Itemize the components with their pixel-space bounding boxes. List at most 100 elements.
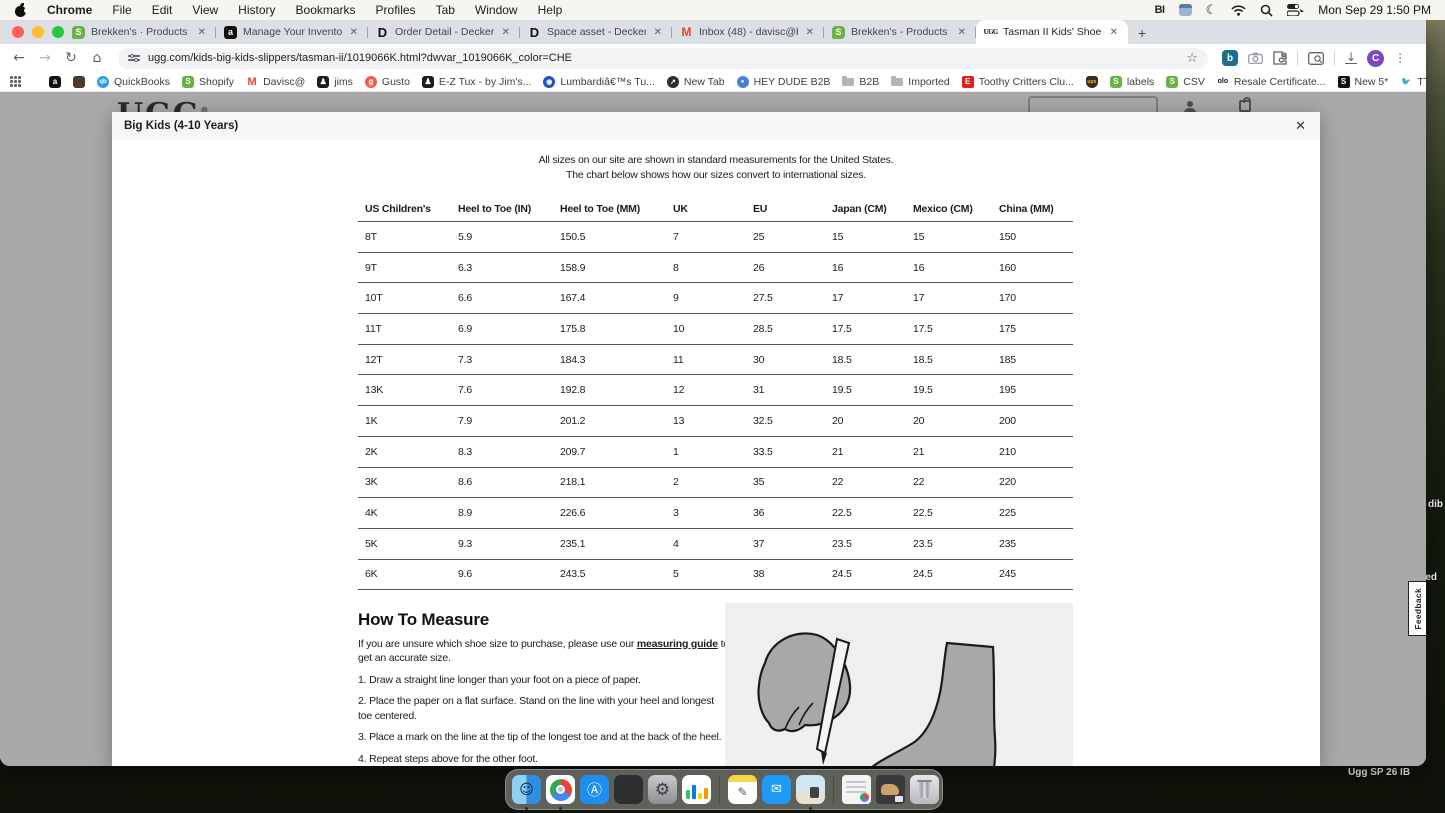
bi-badge-icon[interactable]: BI xyxy=(1155,4,1165,16)
tab-close-icon[interactable]: ✕ xyxy=(804,27,816,38)
extensions-puzzle-icon[interactable] xyxy=(1273,51,1287,65)
bookmark-item-imported[interactable]: Imported xyxy=(885,76,955,88)
tab-close-icon[interactable]: ✕ xyxy=(500,27,512,38)
reload-button[interactable]: ↻ xyxy=(60,47,82,69)
size-conversion-table: US Children'sHeel to Toe (IN)Heel to Toe… xyxy=(358,196,1073,590)
back-button[interactable]: ← xyxy=(8,47,30,69)
camera-extension-icon[interactable] xyxy=(1248,52,1263,64)
deckers-favicon-icon xyxy=(528,26,541,39)
menubar-item-file[interactable]: File xyxy=(102,0,141,20)
close-window-button[interactable] xyxy=(12,26,24,38)
moon-icon[interactable]: ☾ xyxy=(1206,3,1218,18)
bag-icon[interactable] xyxy=(1239,100,1251,112)
menubar-item-tab[interactable]: Tab xyxy=(426,0,465,20)
minimize-window-button[interactable] xyxy=(32,26,44,38)
new-tab-button[interactable]: + xyxy=(1138,25,1146,44)
calendar-icon[interactable] xyxy=(1179,4,1192,16)
bookmark-item-quickbooks[interactable]: QuickBooks xyxy=(91,76,176,88)
bookmark-item-davisc[interactable]: Davisc@ xyxy=(240,76,311,88)
browser-tab[interactable]: Tasman II Kids' Shoe | UGG✕ xyxy=(976,20,1128,44)
bookmark-item-new-5[interactable]: New 5* xyxy=(1332,76,1395,88)
browser-tab[interactable]: Brekken's - Products - UGG® ✕ xyxy=(824,20,976,44)
devtools-inspect-icon[interactable] xyxy=(1308,52,1324,65)
dock-item-calculator[interactable] xyxy=(614,775,643,804)
menubar-item-window[interactable]: Window xyxy=(465,0,528,20)
bookmark-item-csv[interactable]: CSV xyxy=(1160,76,1211,88)
dock-item-finder[interactable] xyxy=(512,775,541,804)
menubar-app-name[interactable]: Chrome xyxy=(37,0,102,20)
modal-close-icon[interactable]: ✕ xyxy=(1293,118,1308,134)
dock-item-preview[interactable] xyxy=(796,775,825,804)
url-text[interactable]: ugg.com/kids-big-kids-slippers/tasman-ii… xyxy=(148,52,1178,64)
apps-grid-icon[interactable] xyxy=(10,76,21,88)
search-icon[interactable] xyxy=(1260,4,1273,17)
bookmark-item-hey-dude-b2b[interactable]: HEY DUDE B2B xyxy=(731,76,837,88)
bookmark-item-e-z-tux-by-jim-s[interactable]: E-Z Tux - by Jim's... xyxy=(416,76,537,88)
size-cell: 30 xyxy=(746,354,825,366)
dock-item-numbers[interactable] xyxy=(682,775,711,804)
wifi-icon[interactable] xyxy=(1231,5,1246,16)
dock-item-mail[interactable] xyxy=(762,775,791,804)
bookmark-item-jims[interactable]: jims xyxy=(311,76,359,88)
bookmark-item[interactable] xyxy=(1080,76,1104,88)
dock-item-minimized-window-shoe[interactable] xyxy=(876,775,905,804)
desktop-icon-label[interactable]: Ugg SP 26 IB xyxy=(1348,767,1410,778)
browser-tab[interactable]: Manage Your Inventory✕ xyxy=(216,20,368,44)
bookmark-item-labels[interactable]: labels xyxy=(1104,76,1160,88)
downloads-icon[interactable]: ↓ xyxy=(1345,52,1357,64)
tab-close-icon[interactable]: ✕ xyxy=(196,27,208,38)
address-bar[interactable]: ugg.com/kids-big-kids-slippers/tasman-ii… xyxy=(118,48,1208,69)
tab-close-icon[interactable]: ✕ xyxy=(652,27,664,38)
tab-close-icon[interactable]: ✕ xyxy=(956,27,968,38)
bookmark-item-toothy-critters-clu[interactable]: Toothy Critters Clu... xyxy=(956,76,1080,88)
bookmark-item-gusto[interactable]: Gusto xyxy=(359,76,416,88)
ugg-favicon-icon xyxy=(984,26,997,39)
size-cell: 21 xyxy=(825,446,906,458)
fullscreen-window-button[interactable] xyxy=(52,26,64,38)
menubar-item-profiles[interactable]: Profiles xyxy=(366,0,426,20)
bookmark-item-new-tab[interactable]: New Tab xyxy=(661,76,731,88)
profile-avatar[interactable]: C xyxy=(1367,50,1384,67)
bookmark-item-shopify[interactable]: Shopify xyxy=(176,76,240,88)
bookmark-item-tt-chat[interactable]: TT chat xyxy=(1394,76,1426,88)
size-cell: 15 xyxy=(825,231,906,243)
feedback-button[interactable]: Feedback xyxy=(1408,581,1426,636)
menubar-item-history[interactable]: History xyxy=(228,0,285,20)
browser-tab[interactable]: Space asset - Deckers Asset✕ xyxy=(520,20,672,44)
dock-item-notes[interactable] xyxy=(728,775,757,804)
measuring-guide-link[interactable]: measuring guide xyxy=(637,638,718,650)
size-cell: 150 xyxy=(992,231,1073,243)
bookmark-item-lumbardi-s-tu[interactable]: Lumbardiâ€™s Tu... xyxy=(537,76,661,88)
bookmark-item-resale-certificate[interactable]: Resale Certificate... xyxy=(1211,76,1332,88)
bookmark-star-icon[interactable]: ☆ xyxy=(1186,51,1198,66)
menubar-clock[interactable]: Mon Sep 29 1:50 PM xyxy=(1318,3,1431,17)
chrome-menu-icon[interactable]: ⋮ xyxy=(1394,51,1406,65)
menubar-item-edit[interactable]: Edit xyxy=(142,0,183,20)
browser-tab[interactable]: Brekken's · Products · UGG®✕ xyxy=(64,20,216,44)
dock-item-app-store[interactable] xyxy=(580,775,609,804)
browser-tab[interactable]: Order Detail - Deckers B2B O✕ xyxy=(368,20,520,44)
dock-item-minimized-window-chrome[interactable] xyxy=(842,775,871,804)
menubar-item-bookmarks[interactable]: Bookmarks xyxy=(286,0,366,20)
tab-title: Brekken's - Products - UGG® xyxy=(851,26,950,38)
bookmark-item-b2b[interactable]: B2B xyxy=(836,76,885,88)
bookmark-label: New Tab xyxy=(684,76,725,88)
dock-item-chrome[interactable] xyxy=(546,775,575,804)
apple-menu-icon[interactable] xyxy=(14,4,27,17)
menubar-item-help[interactable]: Help xyxy=(528,0,573,20)
bookmark-item[interactable] xyxy=(67,76,91,88)
tab-close-icon[interactable]: ✕ xyxy=(1108,27,1120,38)
control-center-icon[interactable] xyxy=(1287,4,1304,16)
dock-item-trash[interactable] xyxy=(910,775,939,804)
bookmark-item[interactable] xyxy=(43,76,67,88)
browser-tab[interactable]: Inbox (48) - davisc@brekken✕ xyxy=(672,20,824,44)
screen: { "menu_bar": { "app_name": "Chrome", "i… xyxy=(0,0,1445,813)
extension-b-icon[interactable]: b xyxy=(1222,50,1238,66)
tab-close-icon[interactable]: ✕ xyxy=(348,27,360,38)
menubar-item-view[interactable]: View xyxy=(182,0,228,20)
size-cell: 7.3 xyxy=(451,354,553,366)
forward-button[interactable]: → xyxy=(34,47,56,69)
home-button[interactable]: ⌂ xyxy=(86,47,108,69)
dock-item-system-settings[interactable] xyxy=(648,775,677,804)
site-info-icon[interactable] xyxy=(128,53,140,63)
